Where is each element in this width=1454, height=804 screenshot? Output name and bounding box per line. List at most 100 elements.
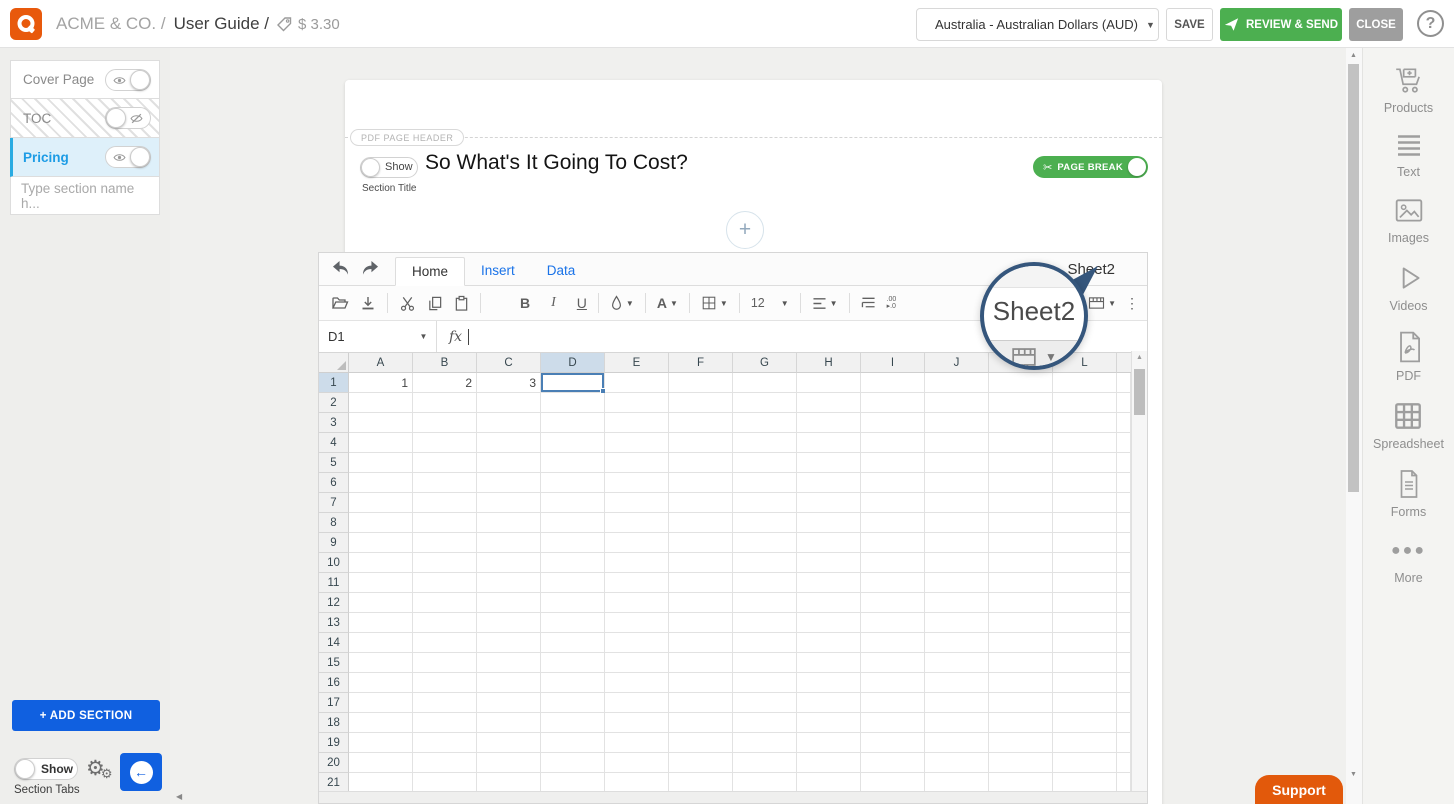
cell-F1[interactable]: [669, 373, 733, 393]
text-color-button[interactable]: A▼: [657, 295, 678, 311]
font-size-select[interactable]: 12▼: [751, 296, 789, 310]
breadcrumb-brand[interactable]: ACME & CO. /: [56, 14, 166, 34]
cell-G15[interactable]: [733, 653, 797, 673]
sheet-vertical-scrollbar[interactable]: ▲: [1131, 351, 1147, 791]
cell-H16[interactable]: [797, 673, 861, 693]
support-button[interactable]: Support: [1255, 775, 1343, 804]
cell-D6[interactable]: [541, 473, 605, 493]
visibility-toggle-pricing[interactable]: [105, 146, 151, 168]
cell-G10[interactable]: [733, 553, 797, 573]
cell-B4[interactable]: [413, 433, 477, 453]
cell-L12[interactable]: [1053, 593, 1117, 613]
cell-I17[interactable]: [861, 693, 925, 713]
bold-button[interactable]: B: [520, 295, 530, 311]
breadcrumb-doc-title[interactable]: User Guide /: [174, 14, 269, 34]
row-header-4[interactable]: 4: [319, 433, 349, 453]
number-format-button[interactable]: .00▸.0: [887, 296, 897, 310]
row-header-3[interactable]: 3: [319, 413, 349, 433]
cell-C5[interactable]: [477, 453, 541, 473]
cell-J14[interactable]: [925, 633, 989, 653]
row-header-16[interactable]: 16: [319, 673, 349, 693]
cell-C4[interactable]: [477, 433, 541, 453]
cell-G17[interactable]: [733, 693, 797, 713]
sheet-tab-home[interactable]: Home: [395, 257, 465, 286]
cell-A12[interactable]: [349, 593, 413, 613]
cell-G1[interactable]: [733, 373, 797, 393]
cell-A19[interactable]: [349, 733, 413, 753]
row-header-11[interactable]: 11: [319, 573, 349, 593]
currency-selector[interactable]: Australia - Australian Dollars (AUD) ▼: [916, 8, 1159, 41]
cell-I21[interactable]: [861, 773, 925, 793]
cell-D2[interactable]: [541, 393, 605, 413]
cell-C16[interactable]: [477, 673, 541, 693]
row-header-15[interactable]: 15: [319, 653, 349, 673]
cell-E19[interactable]: [605, 733, 669, 753]
cell-D18[interactable]: [541, 713, 605, 733]
cell-L17[interactable]: [1053, 693, 1117, 713]
column-header-D[interactable]: D: [541, 353, 605, 373]
cell-H15[interactable]: [797, 653, 861, 673]
cell-A4[interactable]: [349, 433, 413, 453]
cell-C20[interactable]: [477, 753, 541, 773]
cell-C17[interactable]: [477, 693, 541, 713]
toolbox-item-forms[interactable]: Forms: [1391, 468, 1426, 519]
cell-L15[interactable]: [1053, 653, 1117, 673]
cell-B12[interactable]: [413, 593, 477, 613]
column-header-A[interactable]: A: [349, 353, 413, 373]
cell-E18[interactable]: [605, 713, 669, 733]
cell-C7[interactable]: [477, 493, 541, 513]
cell-J12[interactable]: [925, 593, 989, 613]
align-button[interactable]: ▼: [812, 297, 838, 310]
cell-L7[interactable]: [1053, 493, 1117, 513]
cell-E7[interactable]: [605, 493, 669, 513]
cell-J20[interactable]: [925, 753, 989, 773]
cell-D19[interactable]: [541, 733, 605, 753]
cell-A16[interactable]: [349, 673, 413, 693]
cell-J19[interactable]: [925, 733, 989, 753]
cell-A1[interactable]: 1: [349, 373, 413, 393]
cell-A6[interactable]: [349, 473, 413, 493]
sheet-scrollbar-thumb[interactable]: [1134, 369, 1145, 415]
cell-I20[interactable]: [861, 753, 925, 773]
cell-D9[interactable]: [541, 533, 605, 553]
cell-I16[interactable]: [861, 673, 925, 693]
cell-I13[interactable]: [861, 613, 925, 633]
row-header-9[interactable]: 9: [319, 533, 349, 553]
cell-F11[interactable]: [669, 573, 733, 593]
cell-J5[interactable]: [925, 453, 989, 473]
cell-A15[interactable]: [349, 653, 413, 673]
page-vertical-scrollbar[interactable]: ▲ ▼: [1346, 48, 1362, 804]
cell-A13[interactable]: [349, 613, 413, 633]
row-header-1[interactable]: 1: [319, 373, 349, 393]
cell-F12[interactable]: [669, 593, 733, 613]
cell-J17[interactable]: [925, 693, 989, 713]
cell-H17[interactable]: [797, 693, 861, 713]
cell-K8[interactable]: [989, 513, 1053, 533]
new-section-name-input[interactable]: Type section name h...: [10, 177, 160, 215]
underline-button[interactable]: U: [577, 295, 587, 311]
cell-L10[interactable]: [1053, 553, 1117, 573]
cell-L19[interactable]: [1053, 733, 1117, 753]
cell-K15[interactable]: [989, 653, 1053, 673]
cell-I14[interactable]: [861, 633, 925, 653]
cell-L16[interactable]: [1053, 673, 1117, 693]
cell-I8[interactable]: [861, 513, 925, 533]
cell-K14[interactable]: [989, 633, 1053, 653]
visibility-toggle-toc[interactable]: [105, 107, 151, 129]
cell-F14[interactable]: [669, 633, 733, 653]
cell-J8[interactable]: [925, 513, 989, 533]
row-header-20[interactable]: 20: [319, 753, 349, 773]
cell-B17[interactable]: [413, 693, 477, 713]
cell-D17[interactable]: [541, 693, 605, 713]
cell-E20[interactable]: [605, 753, 669, 773]
cell-A8[interactable]: [349, 513, 413, 533]
cell-H7[interactable]: [797, 493, 861, 513]
cell-G20[interactable]: [733, 753, 797, 773]
cell-E1[interactable]: [605, 373, 669, 393]
cell-G16[interactable]: [733, 673, 797, 693]
cell-D20[interactable]: [541, 753, 605, 773]
cell-G9[interactable]: [733, 533, 797, 553]
row-header-19[interactable]: 19: [319, 733, 349, 753]
cell-F13[interactable]: [669, 613, 733, 633]
cell-F4[interactable]: [669, 433, 733, 453]
